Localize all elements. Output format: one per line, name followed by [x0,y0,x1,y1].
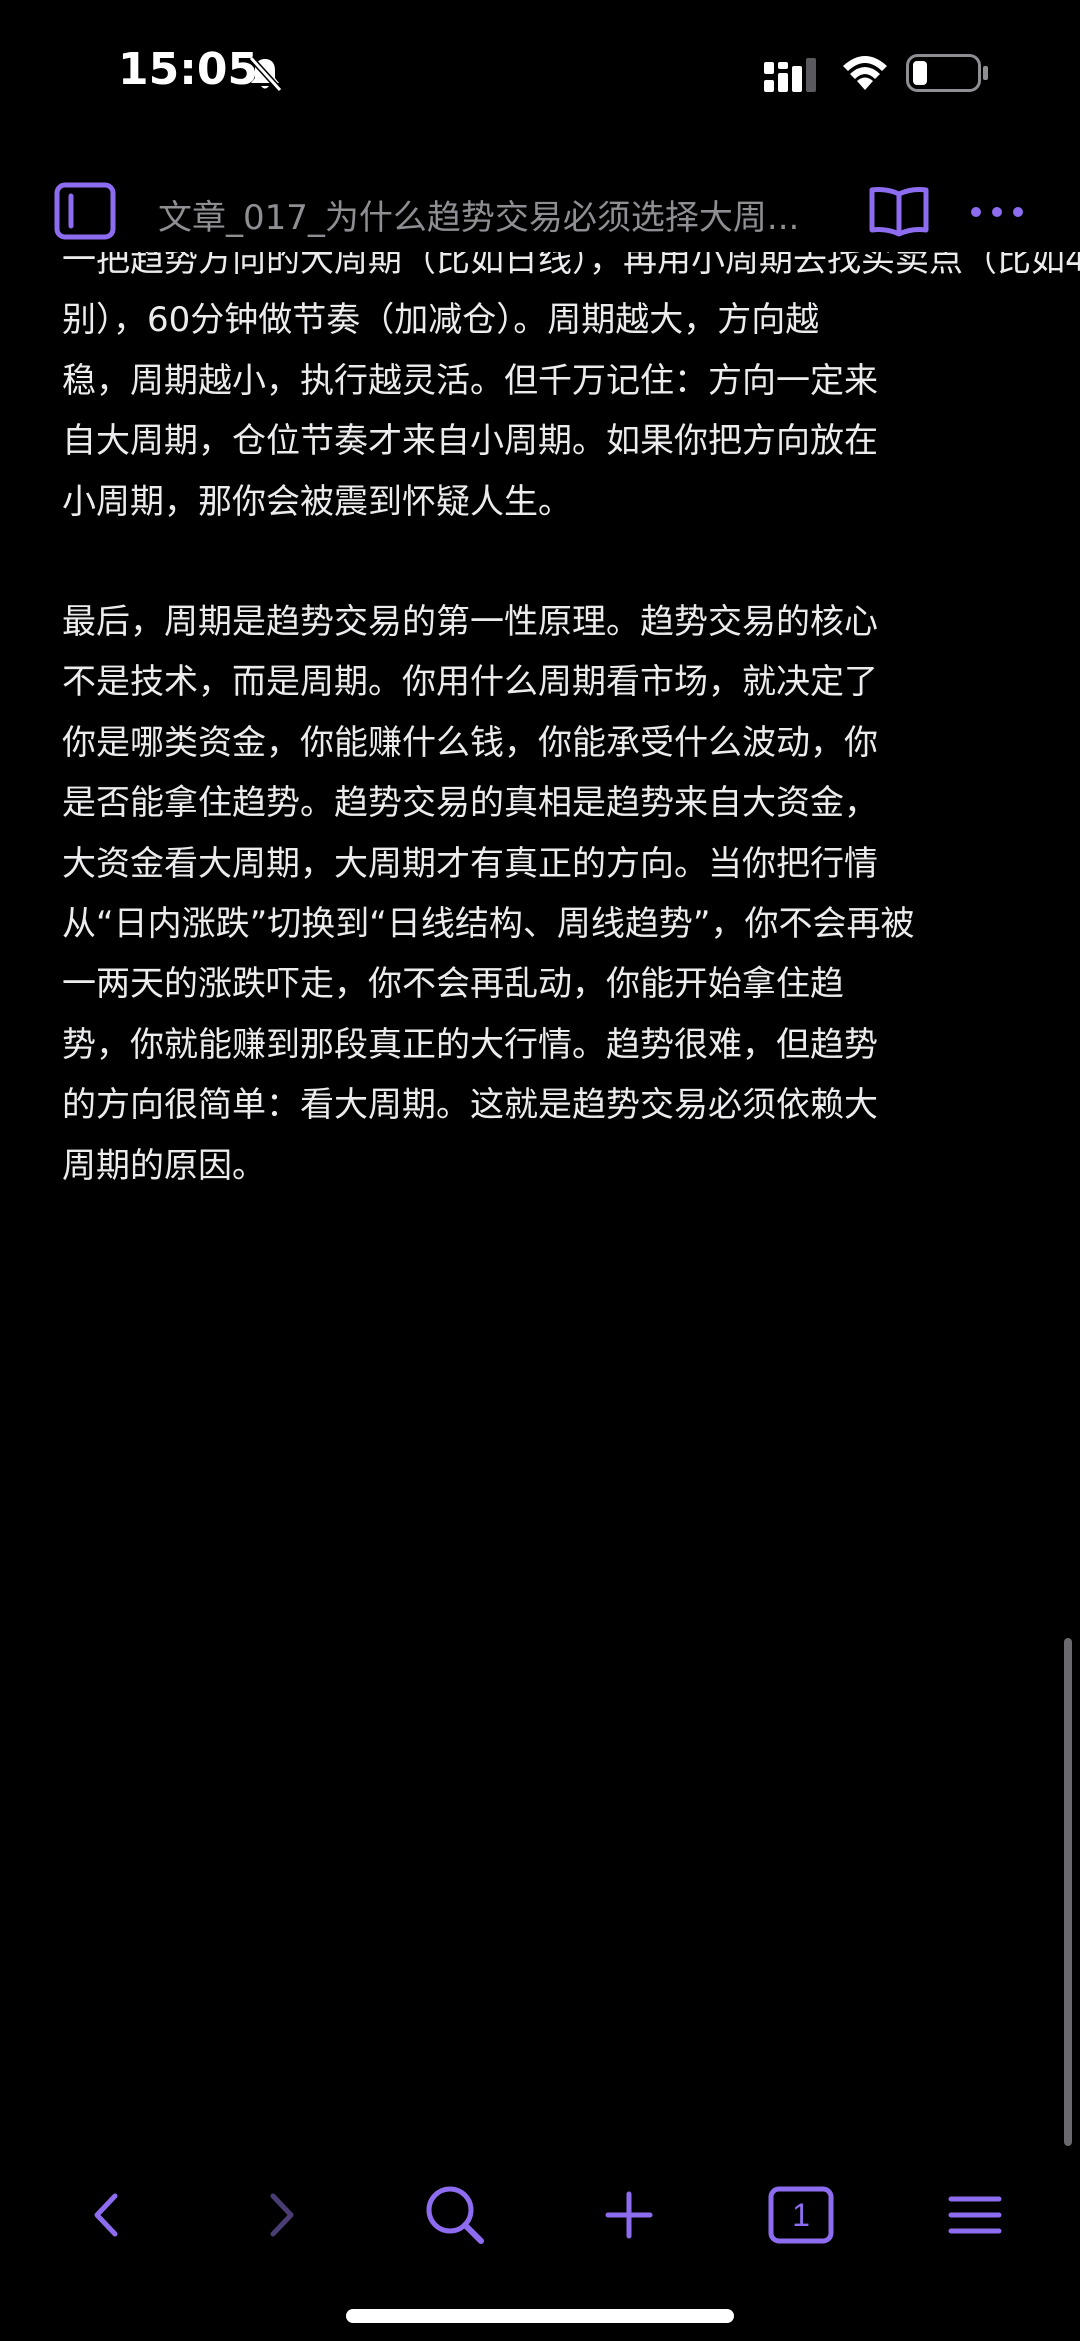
new-tab-button[interactable] [594,2180,664,2250]
forward-button[interactable] [246,2180,316,2250]
text-line: 小周期，那你会被震到怀疑人生。 [62,481,572,522]
chevron-right-icon [270,2193,294,2237]
search-icon [426,2186,484,2244]
text-line: 是否能拿住趋势。趋势交易的真相是趋势来自大资金， [62,783,878,824]
text-line: 势，你就能赚到那段真正的大行情。趋势很难，但趋势 [62,1024,878,1065]
text-line: 一两天的涨跌吓走，你不会再乱动，你能开始拿住趋 [62,964,844,1005]
tabs-button[interactable]: 1 [766,2180,836,2250]
more-options-icon[interactable] [968,192,1026,232]
cellular-signal-icon [764,58,816,92]
text-line: 稳，周期越小，执行越灵活。但千万记住：方向一定来 [62,360,878,401]
hamburger-menu-icon [948,2196,1002,2234]
article-content: 一把趋势方向的大周期（比如日线），再用小周期去找买卖点（比如4小时 别），60分… [0,252,1080,2152]
bell-slash-icon [248,55,283,93]
vertical-scrollbar[interactable] [1064,1638,1072,2146]
status-time: 15:05 [118,44,259,95]
wifi-icon [843,56,887,90]
search-button[interactable] [420,2180,490,2250]
text-line: 自大周期，仓位节奏才来自小周期。如果你把方向放在 [62,421,878,462]
reader-book-icon[interactable] [868,184,930,240]
top-toolbar: 文章_017_为什么趋势交易必须选择大周... [0,170,1080,252]
status-bar: 15:05 [0,0,1080,140]
text-line: 别），60分钟做节奏（加减仓）。周期越大，方向越 [62,300,820,341]
battery-icon [906,54,988,92]
text-line: 最后，周期是趋势交易的第一性原理。趋势交易的核心 [62,602,878,642]
menu-button[interactable] [940,2180,1010,2250]
plus-icon [605,2191,653,2239]
chevron-left-icon [94,2193,118,2237]
text-line: 大资金看大周期，大周期才有真正的方向。当你把行情 [62,843,878,884]
document-title[interactable]: 文章_017_为什么趋势交易必须选择大周... [158,190,828,239]
text-line: 你是哪类资金，你能赚什么钱，你能承受什么波动，你 [62,722,878,763]
screen: 15:05 文章_017_为什么趋势交易必须选择大周... 一把趋势方向的大周期… [0,0,1080,2341]
text-line: 不是技术，而是周期。你用什么周期看市场，就决定了 [62,662,878,703]
home-indicator[interactable] [346,2309,734,2323]
back-button[interactable] [72,2180,142,2250]
text-line: 周期的原因。 [62,1145,266,1186]
sidebar-toggle-icon[interactable] [54,182,116,240]
bottom-toolbar: 1 [0,2170,1080,2260]
paragraph-2: 最后，周期是趋势交易的第一性原理。趋势交易的核心 不是技术，而是周期。你用什么周… [62,592,1022,1196]
paragraph-1: 一把趋势方向的大周期（比如日线），再用小周期去找买卖点（比如4小时 别），60分… [62,252,1080,532]
text-line: 从“日内涨跌”切换到“日线结构、周线趋势”，你不会再被 [62,904,915,945]
text-line: 一把趋势方向的大周期（比如日线），再用小周期去找买卖点（比如4小时 [62,252,1080,280]
tab-count: 1 [792,2196,810,2233]
text-line: 的方向很简单：看大周期。这就是趋势交易必须依赖大 [62,1085,878,1126]
